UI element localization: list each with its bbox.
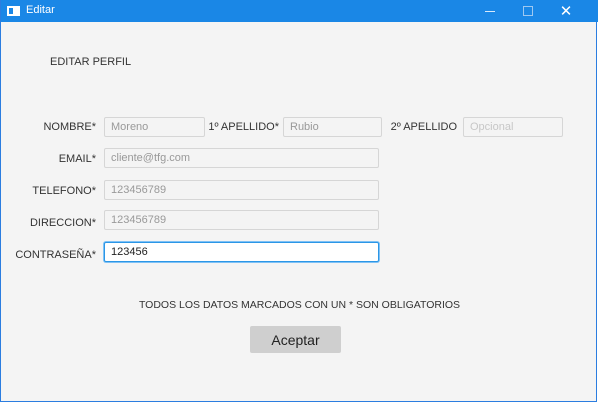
apellido1-label: 1º APELLIDO* [208, 121, 279, 133]
page-title: EDITAR PERFIL [50, 56, 132, 68]
minimize-button[interactable] [471, 0, 509, 22]
minimize-icon [485, 10, 495, 12]
contrasena-field[interactable] [104, 242, 379, 262]
form-content: EDITAR PERFIL NOMBRE* 1º APELLIDO* 2º AP… [1, 22, 598, 402]
app-icon [7, 6, 20, 16]
close-icon: ✕ [559, 2, 573, 20]
direccion-label: DIRECCION* [29, 217, 96, 229]
nombre-label: NOMBRE* [43, 121, 96, 133]
direccion-field[interactable] [104, 210, 379, 230]
apellido2-label: 2º APELLIDO [390, 121, 457, 133]
nombre-field[interactable] [104, 117, 205, 137]
email-field[interactable] [104, 148, 379, 168]
required-fields-note: TODOS LOS DATOS MARCADOS CON UN * SON OB… [138, 299, 461, 311]
email-label: EMAIL* [58, 153, 96, 165]
accept-button[interactable]: Aceptar [250, 326, 341, 353]
title-bar[interactable]: Editar ✕ [1, 0, 598, 22]
contrasena-label: CONTRASEÑA* [15, 249, 96, 261]
apellido2-field[interactable] [463, 117, 563, 137]
telefono-field[interactable] [104, 180, 379, 200]
editar-window: Editar ✕ EDITAR PERFIL NOMBRE* 1º APELLI… [0, 0, 598, 402]
window-title: Editar [26, 4, 55, 16]
maximize-button[interactable] [509, 0, 547, 22]
telefono-label: TELEFONO* [32, 185, 96, 197]
apellido1-field[interactable] [283, 117, 382, 137]
maximize-icon [523, 6, 533, 16]
close-button[interactable]: ✕ [547, 0, 585, 22]
